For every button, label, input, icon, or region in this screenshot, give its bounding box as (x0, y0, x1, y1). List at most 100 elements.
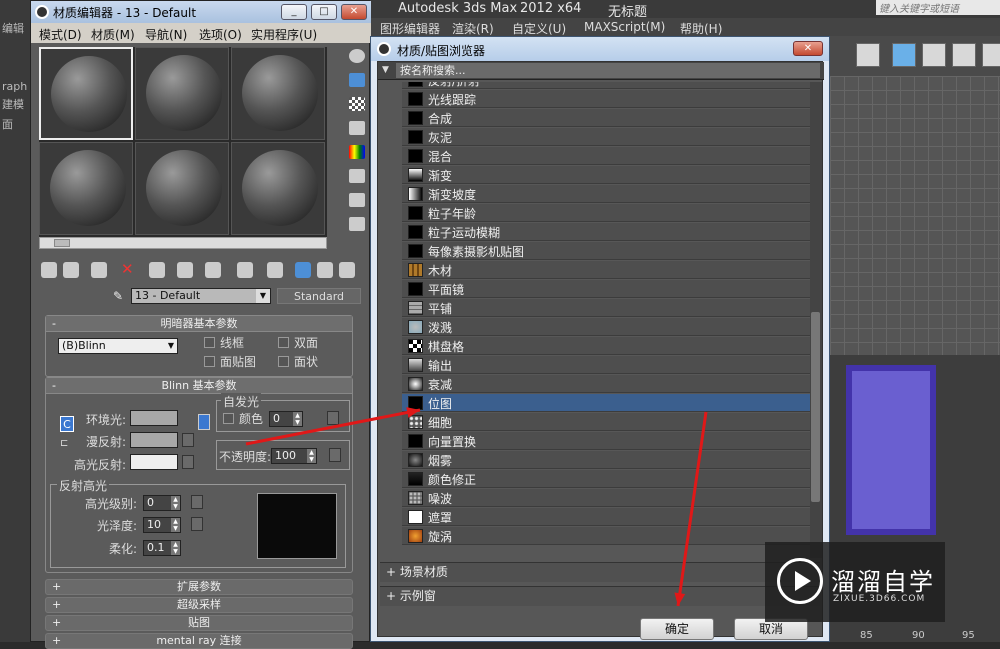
spec-level-spinner[interactable]: 0 ▲ ▼ (143, 495, 181, 511)
map-list-item[interactable]: 颜色修正 (402, 470, 810, 488)
map-list-item[interactable]: 平铺 (402, 299, 810, 317)
map-list-item[interactable]: 光线跟踪 (402, 90, 810, 108)
map-list-item[interactable]: 反射/折射 (402, 82, 810, 89)
rollout-header[interactable]: - Blinn 基本参数 (46, 378, 352, 394)
spinner-arrows-icon[interactable]: ▲ ▼ (171, 541, 180, 555)
map-list-item[interactable]: 合成 (402, 109, 810, 127)
options-icon[interactable] (349, 193, 365, 207)
reset-map-icon[interactable]: ✕ (121, 262, 137, 278)
menu-customize[interactable]: 自定义(U) (512, 20, 566, 37)
opacity-spinner[interactable]: 100 ▲ ▼ (271, 448, 317, 464)
make-preview-icon[interactable] (349, 169, 365, 183)
menu-navigation[interactable]: 导航(N) (145, 26, 187, 43)
menu-mode[interactable]: 模式(D) (39, 26, 82, 43)
map-list-item[interactable]: 渐变 (402, 166, 810, 184)
put-to-scene-icon[interactable] (63, 262, 79, 278)
supersampling-rollout[interactable]: + 超级采样 (45, 597, 353, 613)
map-list-item[interactable]: 棋盘格 (402, 337, 810, 355)
map-list-item[interactable]: 位图 (402, 394, 810, 412)
wire-checkbox[interactable] (204, 337, 215, 348)
diffuse-swatch[interactable] (130, 432, 178, 448)
specular-swatch[interactable] (130, 454, 178, 470)
show-map-icon[interactable] (267, 262, 283, 278)
rollout-header[interactable]: - 明暗器基本参数 (46, 316, 352, 332)
soften-spinner[interactable]: 0.1 ▲ ▼ (143, 540, 181, 556)
search-input[interactable]: 按名称搜索... (396, 63, 820, 78)
lock-specular-icon[interactable] (198, 414, 210, 430)
map-list-item[interactable]: 烟雾 (402, 451, 810, 469)
backlight-icon[interactable] (349, 73, 365, 87)
curve-editor-icon[interactable] (952, 43, 976, 67)
sample-slot[interactable] (231, 142, 325, 235)
menu-help[interactable]: 帮助(H) (680, 20, 722, 37)
sample-slot[interactable] (231, 47, 325, 140)
extended-params-rollout[interactable]: + 扩展参数 (45, 579, 353, 595)
map-list-item[interactable]: 木材 (402, 261, 810, 279)
maps-rollout[interactable]: + 贴图 (45, 615, 353, 631)
spec-level-map-button[interactable] (191, 495, 203, 509)
sample-slot[interactable] (135, 47, 229, 140)
schematic-icon[interactable] (982, 43, 1000, 67)
layer-icon[interactable] (856, 43, 880, 67)
list-scrollbar[interactable] (810, 82, 822, 558)
faceted-checkbox[interactable] (278, 356, 289, 367)
scroll-thumb[interactable] (811, 312, 820, 502)
spinner-arrows-icon[interactable]: ▲ ▼ (307, 449, 316, 463)
spinner-arrows-icon[interactable]: ▲ ▼ (293, 412, 302, 426)
map-list-item[interactable]: 粒子运动模糊 (402, 223, 810, 241)
put-to-library-icon[interactable] (205, 262, 221, 278)
map-list-item[interactable]: 噪波 (402, 489, 810, 507)
self-illum-spinner[interactable]: 0 ▲ ▼ (269, 411, 303, 427)
menu-rendering[interactable]: 渲染(R) (452, 20, 494, 37)
spinner-arrows-icon[interactable]: ▲ ▼ (171, 496, 180, 510)
opacity-map-button[interactable] (329, 448, 341, 462)
map-list-item[interactable]: 输出 (402, 356, 810, 374)
menu-utilities[interactable]: 实用程序(U) (251, 26, 317, 43)
close-button[interactable]: ✕ (341, 4, 367, 20)
ambient-swatch[interactable] (130, 410, 178, 426)
chevron-down-icon[interactable]: ▼ (256, 289, 270, 303)
material-id-icon[interactable] (237, 262, 253, 278)
menu-maxscript[interactable]: MAXScript(M) (584, 20, 665, 34)
specular-map-button[interactable] (182, 455, 194, 469)
assign-material-icon[interactable] (91, 262, 107, 278)
slots-scrollbar[interactable] (39, 237, 327, 249)
go-forward-icon[interactable] (339, 262, 355, 278)
map-list-item[interactable]: 混合 (402, 147, 810, 165)
menu-options[interactable]: 选项(O) (199, 26, 242, 43)
keyword-search-input[interactable]: 键入关键字或短语 (876, 0, 1000, 15)
background-icon[interactable] (349, 97, 365, 111)
map-list-item[interactable]: 细胞 (402, 413, 810, 431)
map-list-item[interactable]: 灰泥 (402, 128, 810, 146)
sample-type-icon[interactable] (349, 49, 365, 63)
diffuse-map-button[interactable] (182, 433, 194, 447)
menu-material[interactable]: 材质(M) (91, 26, 135, 43)
go-to-parent-icon[interactable] (317, 262, 333, 278)
graphite-icon[interactable] (922, 43, 946, 67)
get-material-icon[interactable] (41, 262, 57, 278)
map-list-item[interactable]: 每像素摄影机贴图 (402, 242, 810, 260)
map-list-item[interactable]: 粒子年龄 (402, 204, 810, 222)
video-color-check-icon[interactable] (349, 145, 365, 159)
spinner-arrows-icon[interactable]: ▲ ▼ (171, 518, 180, 532)
map-list-item[interactable]: 渐变坡度 (402, 185, 810, 203)
map-list-item[interactable]: 向量置换 (402, 432, 810, 450)
shader-dropdown[interactable]: (B)Blinn ▼ (58, 338, 178, 354)
material-editor-titlebar[interactable]: 材质编辑器 - 13 - Default _ □ ✕ (31, 1, 371, 23)
eyedropper-icon[interactable]: ✎ (113, 289, 125, 303)
map-list-item[interactable]: 衰减 (402, 375, 810, 393)
mental-ray-rollout[interactable]: + mental ray 连接 (45, 633, 353, 649)
scroll-thumb[interactable] (54, 239, 70, 247)
glossiness-map-button[interactable] (191, 517, 203, 531)
ok-button[interactable]: 确定 (640, 618, 714, 640)
close-button[interactable]: ✕ (793, 41, 823, 56)
self-illum-color-checkbox[interactable] (223, 413, 234, 424)
material-type-button[interactable]: Standard (277, 288, 361, 304)
copy-material-icon[interactable] (149, 262, 165, 278)
map-list-item[interactable]: 泼溅 (402, 318, 810, 336)
minimize-button[interactable]: _ (281, 4, 307, 20)
make-unique-icon[interactable] (177, 262, 193, 278)
material-name-field[interactable]: 13 - Default ▼ (131, 288, 271, 304)
chevron-down-icon[interactable]: ▼ (382, 65, 389, 75)
show-end-result-icon[interactable] (295, 262, 311, 278)
